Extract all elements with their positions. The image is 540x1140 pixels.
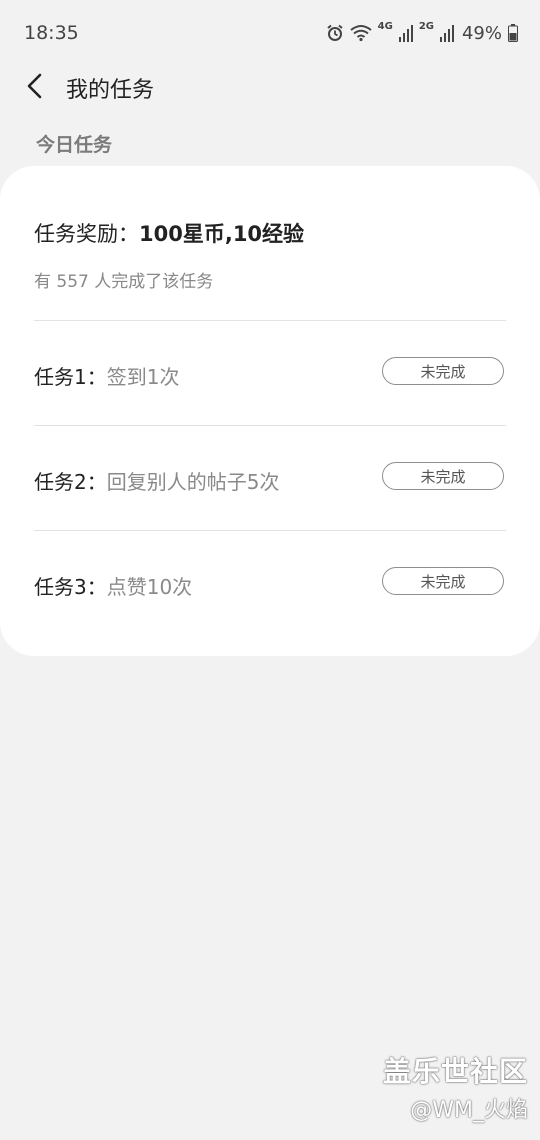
task-status-button[interactable]: 未完成 <box>382 567 504 595</box>
task-status-button[interactable]: 未完成 <box>382 357 504 385</box>
status-time: 18:35 <box>24 22 79 44</box>
task-label: 任务1：签到1次 <box>34 361 179 390</box>
status-icons: 4G 2G 49% <box>326 22 518 44</box>
task-description: 签到1次 <box>106 365 180 389</box>
alarm-icon <box>326 24 344 42</box>
task-row-2: 任务2：回复别人的帖子5次 未完成 <box>0 426 540 530</box>
reward-line: 任务奖励：100星币,10经验 <box>34 218 304 248</box>
status-bar: 18:35 4G 2G 49% <box>0 0 540 64</box>
watermark-author: @WM_火焰 <box>410 1098 528 1123</box>
page-title: 我的任务 <box>66 78 155 103</box>
signal-icon <box>439 24 454 42</box>
reward-value: 100星币,10经验 <box>139 222 305 246</box>
network-4g-label: 4G <box>377 21 393 32</box>
signal-icon <box>398 24 413 42</box>
task-label: 任务3：点赞10次 <box>34 571 192 600</box>
task-prefix: 任务2： <box>34 470 107 494</box>
task-label: 任务2：回复别人的帖子5次 <box>34 466 279 495</box>
task-row-3: 任务3：点赞10次 未完成 <box>0 531 540 635</box>
task-card: 任务奖励：100星币,10经验 有 557 人完成了该任务 任务1：签到1次 未… <box>0 166 540 656</box>
battery-percent: 49% <box>461 22 502 44</box>
task-row-1: 任务1：签到1次 未完成 <box>0 321 540 425</box>
watermark-community-name: 盖乐世社区 <box>382 1055 528 1088</box>
app-bar: 我的任务 <box>0 64 540 110</box>
task-status-button[interactable]: 未完成 <box>382 462 504 490</box>
task-description: 点赞10次 <box>106 575 193 599</box>
task-description: 回复别人的帖子5次 <box>106 470 280 494</box>
wifi-icon <box>350 24 372 42</box>
reward-label: 任务奖励： <box>34 222 139 246</box>
completed-count-text: 有 557 人完成了该任务 <box>34 272 214 292</box>
network-2g-label: 2G <box>418 21 434 32</box>
battery-icon <box>508 24 518 42</box>
back-button[interactable] <box>16 70 52 106</box>
section-title: 今日任务 <box>36 134 113 156</box>
chevron-left-icon <box>24 72 44 104</box>
task-prefix: 任务1： <box>34 365 107 389</box>
task-prefix: 任务3： <box>34 575 107 599</box>
